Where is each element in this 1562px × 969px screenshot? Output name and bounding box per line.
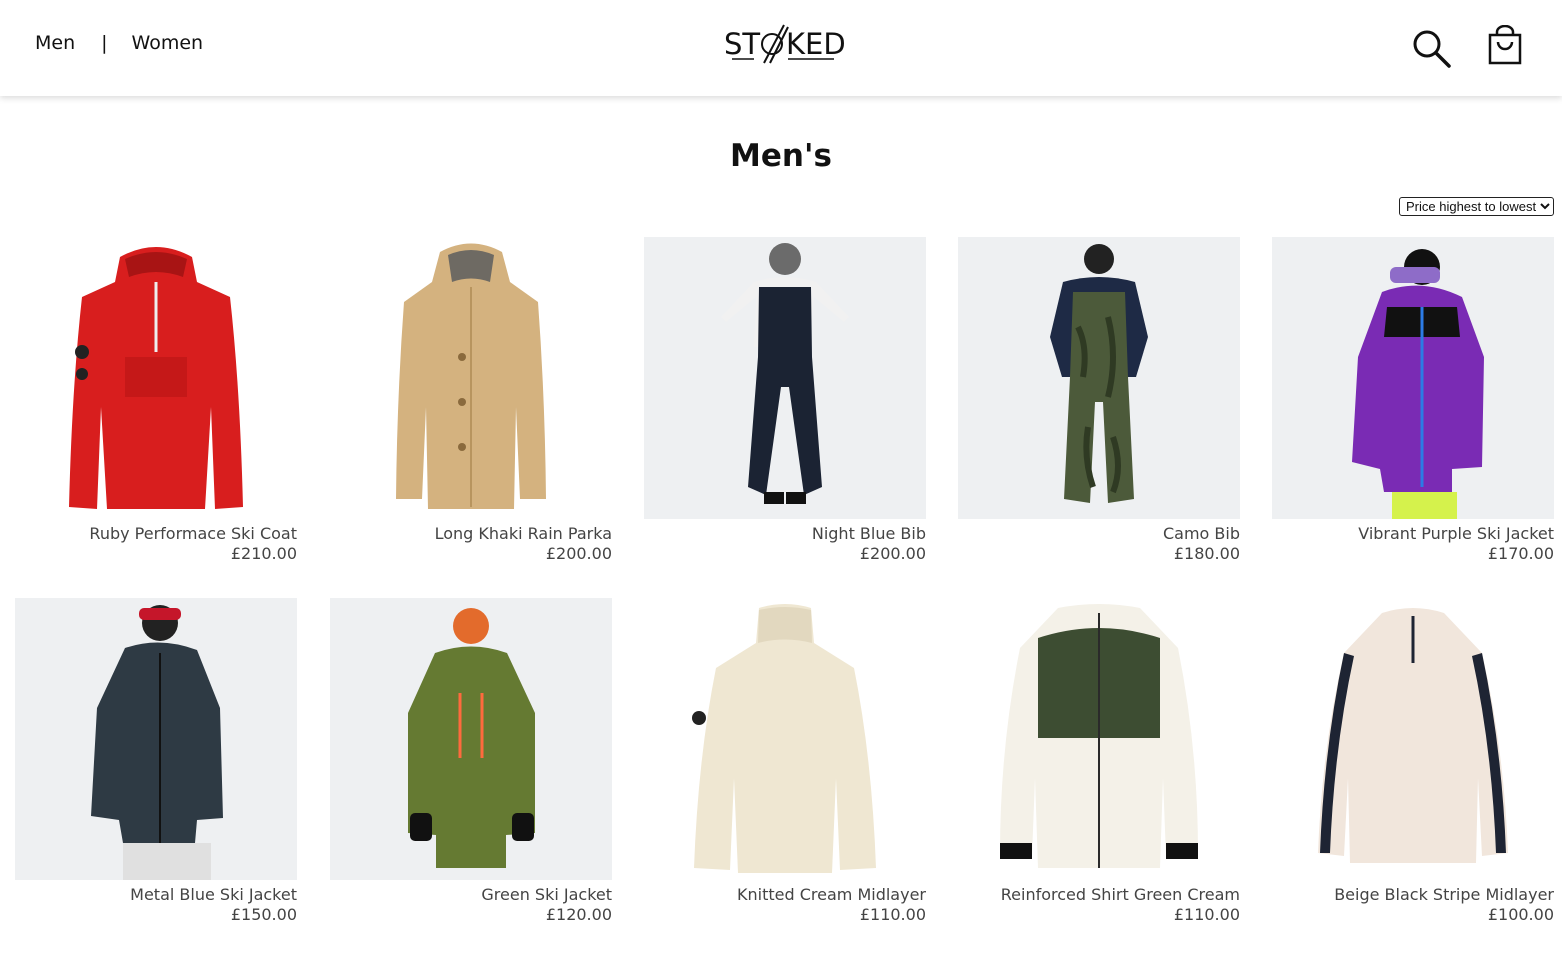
product-price: £120.00 — [545, 905, 612, 924]
product-card[interactable]: Beige Black Stripe Midlayer £100.00 — [1272, 598, 1554, 925]
product-name[interactable]: Long Khaki Rain Parka — [330, 524, 612, 544]
product-price: £200.00 — [859, 544, 926, 563]
product-card[interactable]: Metal Blue Ski Jacket £150.00 — [15, 598, 297, 925]
product-image[interactable] — [644, 237, 926, 519]
product-name[interactable]: Camo Bib — [958, 524, 1240, 544]
product-price: £150.00 — [230, 905, 297, 924]
product-image[interactable] — [330, 237, 612, 519]
product-image[interactable] — [958, 598, 1240, 880]
site-logo[interactable]: ST KED — [724, 22, 846, 66]
main-nav: Men | Women — [35, 32, 203, 54]
product-price: £210.00 — [230, 544, 297, 563]
search-icon[interactable] — [1411, 28, 1451, 68]
svg-text:ST: ST — [724, 27, 760, 61]
product-card[interactable]: Vibrant Purple Ski Jacket £170.00 — [1272, 237, 1554, 564]
product-image[interactable] — [330, 598, 612, 880]
product-name[interactable]: Reinforced Shirt Green Cream — [958, 885, 1240, 905]
page-title: Men's — [730, 138, 832, 174]
product-card[interactable]: Ruby Performace Ski Coat £210.00 — [15, 237, 297, 564]
nav-separator: | — [101, 32, 108, 54]
product-image[interactable] — [1272, 237, 1554, 519]
product-price: £110.00 — [859, 905, 926, 924]
product-card[interactable]: Camo Bib £180.00 — [958, 237, 1240, 564]
product-name[interactable]: Metal Blue Ski Jacket — [15, 885, 297, 905]
nav-link-men[interactable]: Men — [35, 32, 75, 54]
product-image[interactable] — [15, 237, 297, 519]
product-card[interactable]: Knitted Cream Midlayer £110.00 — [644, 598, 926, 925]
product-price: £100.00 — [1487, 905, 1554, 924]
sort-select[interactable]: Price highest to lowest — [1399, 197, 1554, 216]
product-card[interactable]: Long Khaki Rain Parka £200.00 — [330, 237, 612, 564]
product-card[interactable]: Green Ski Jacket £120.00 — [330, 598, 612, 925]
product-name[interactable]: Green Ski Jacket — [330, 885, 612, 905]
product-price: £170.00 — [1487, 544, 1554, 563]
product-image[interactable] — [15, 598, 297, 880]
product-name[interactable]: Beige Black Stripe Midlayer — [1272, 885, 1554, 905]
product-name[interactable]: Night Blue Bib — [644, 524, 926, 544]
product-card[interactable]: Reinforced Shirt Green Cream £110.00 — [958, 598, 1240, 925]
product-price: £110.00 — [1173, 905, 1240, 924]
shopping-bag-icon[interactable] — [1488, 24, 1522, 65]
product-price: £200.00 — [545, 544, 612, 563]
product-name[interactable]: Vibrant Purple Ski Jacket — [1272, 524, 1554, 544]
svg-text:KED: KED — [786, 27, 846, 61]
logo-graphic: ST KED — [724, 24, 846, 64]
product-image[interactable] — [958, 237, 1240, 519]
product-card[interactable]: Night Blue Bib £200.00 — [644, 237, 926, 564]
product-image[interactable] — [1272, 598, 1554, 880]
product-image[interactable] — [644, 598, 926, 880]
product-price: £180.00 — [1173, 544, 1240, 563]
site-header: Men | Women ST KED — [0, 0, 1562, 96]
product-name[interactable]: Knitted Cream Midlayer — [644, 885, 926, 905]
nav-link-women[interactable]: Women — [132, 32, 204, 54]
product-name[interactable]: Ruby Performace Ski Coat — [15, 524, 297, 544]
